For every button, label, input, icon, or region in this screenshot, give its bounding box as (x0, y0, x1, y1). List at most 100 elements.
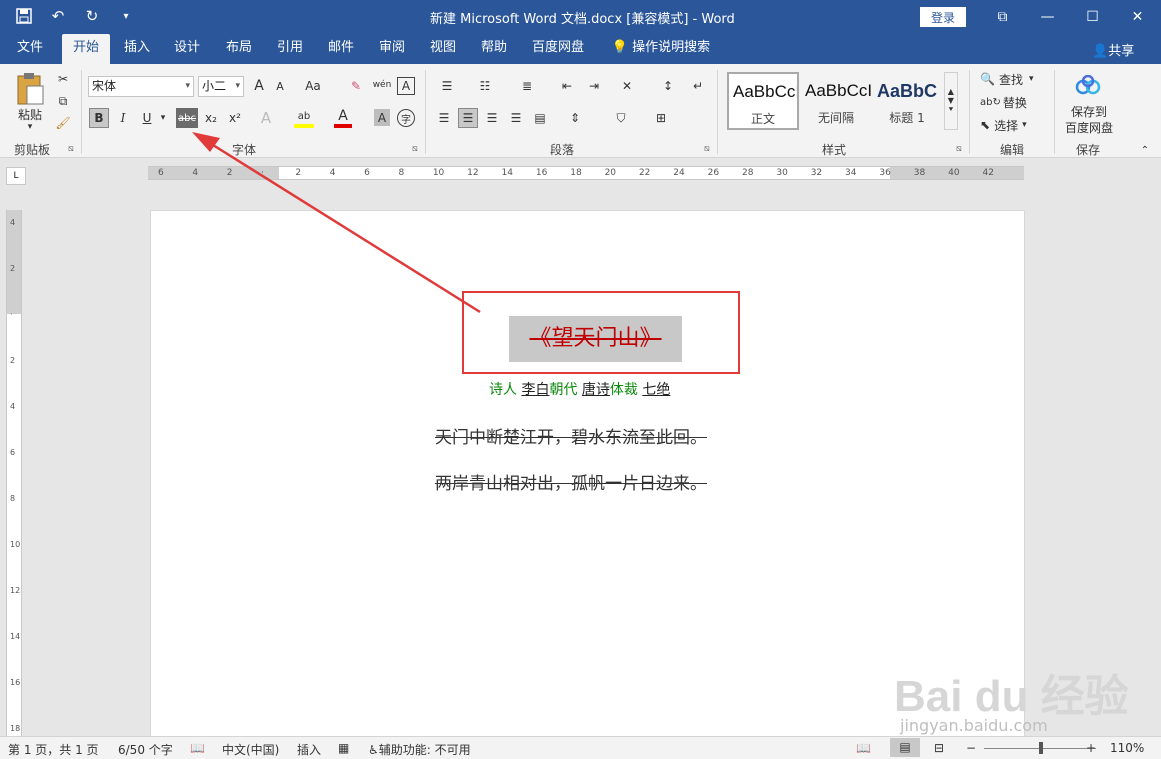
zoom-slider-thumb[interactable] (1039, 742, 1044, 754)
word-count[interactable]: 6/50 个字 (118, 741, 173, 758)
baidu-netdisk-label[interactable]: 百度网盘 (1062, 120, 1116, 135)
vertical-ruler[interactable]: 4 2 · 2 4 6 8 10 12 14 16 18 (6, 210, 22, 736)
underline-dropdown-icon[interactable]: ▾ (158, 112, 168, 124)
poem-line[interactable]: 两岸青山相对出，孤帆一片日边来。 (435, 469, 707, 494)
bullets-icon[interactable]: ☰ (434, 77, 460, 95)
font-color-icon[interactable]: A (334, 108, 352, 128)
paste-dropdown-icon[interactable]: ▾ (22, 122, 38, 132)
poem-line[interactable]: 天门中断楚江开，碧水东流至此回。 (435, 423, 707, 448)
login-button[interactable]: 登录 (920, 7, 966, 27)
dynasty-name[interactable]: 唐诗 (582, 382, 610, 398)
share-button[interactable]: 👤共享 (1092, 40, 1134, 59)
zoom-slider[interactable] (984, 742, 1096, 754)
justify-icon[interactable]: ☰ (506, 108, 526, 128)
style-normal[interactable]: AaBbCcI 正文 (727, 72, 799, 130)
asian-layout-icon[interactable]: ✕ (612, 77, 642, 95)
styles-launcher-icon[interactable]: ⧅ (956, 144, 962, 154)
zoom-level[interactable]: 110% (1110, 741, 1144, 755)
format-painter-icon[interactable]: 🖌 (54, 114, 72, 132)
paste-label[interactable]: 粘贴 (12, 106, 48, 122)
font-name-combo[interactable]: 宋体 ▾ (88, 76, 194, 97)
character-border-icon[interactable]: A (397, 77, 415, 95)
save-icon[interactable] (14, 6, 34, 26)
font-size-combo[interactable]: 小二 ▾ (198, 76, 244, 97)
multilevel-list-icon[interactable]: ≣ (512, 77, 542, 95)
subscript-button[interactable]: x₂ (202, 108, 220, 128)
poet-name[interactable]: 李白 (521, 382, 549, 398)
baidu-cloud-icon[interactable] (1074, 72, 1102, 100)
paste-icon[interactable] (12, 70, 48, 108)
style-no-spacing[interactable]: AaBbCcI 无间隔 (800, 72, 872, 130)
clear-formatting-icon[interactable]: ✎ (346, 77, 366, 95)
save-to-label[interactable]: 保存到 (1062, 104, 1116, 119)
styles-scroll-icon[interactable]: ▲ ▼ ⯆ (944, 72, 958, 130)
align-left-icon[interactable]: ☰ (434, 108, 454, 128)
align-center-icon[interactable]: ☰ (458, 108, 478, 128)
macro-icon[interactable]: ▦ (338, 741, 349, 755)
enclose-characters-icon[interactable]: 字 (397, 109, 415, 127)
tab-layout[interactable]: 布局 (218, 34, 260, 64)
minimize-icon[interactable]: — (1025, 0, 1070, 34)
poem-meta[interactable]: 诗人 李白朝代 唐诗体裁 七绝 (489, 379, 670, 399)
tab-home[interactable]: 开始 (62, 34, 110, 64)
horizontal-ruler[interactable]: 6 4 2 · 2 4 6 8 10 12 14 16 18 20 22 24 26 28 30 32 34 36 38 40… (148, 166, 1024, 180)
collapse-ribbon-icon[interactable]: ⌃ (1138, 144, 1152, 156)
zoom-in-button[interactable]: + (1086, 741, 1096, 755)
phonetic-guide-icon[interactable]: wén (372, 75, 392, 95)
tab-references[interactable]: 引用 (269, 34, 311, 64)
paragraph-launcher-icon[interactable]: ⧅ (704, 144, 710, 154)
replace-button[interactable]: ab↻ 替换 (980, 93, 1046, 111)
tab-help[interactable]: 帮助 (473, 34, 515, 64)
tab-baidu-netdisk[interactable]: 百度网盘 (527, 34, 589, 64)
close-icon[interactable]: ✕ (1115, 0, 1160, 34)
tell-me-search[interactable]: 💡 操作说明搜索 (606, 34, 716, 64)
highlight-icon[interactable]: ab (294, 108, 314, 128)
text-effects-icon[interactable]: A (257, 108, 275, 128)
line-spacing-icon[interactable]: ⇕ (560, 108, 590, 128)
find-button[interactable]: 🔍 查找 ▾ (980, 70, 1046, 88)
align-right-icon[interactable]: ☰ (482, 108, 502, 128)
tab-review[interactable]: 审阅 (371, 34, 413, 64)
cut-icon[interactable]: ✂ (54, 70, 72, 88)
tab-stop-selector[interactable]: L (6, 167, 26, 185)
insert-mode[interactable]: 插入 (297, 741, 321, 758)
accessibility-status[interactable]: ♿辅助功能: 不可用 (368, 741, 471, 758)
language-indicator[interactable]: 中文(中国) (222, 741, 279, 758)
shading-icon[interactable]: ⛉ (606, 108, 636, 128)
shrink-font-icon[interactable]: A (271, 77, 289, 95)
customize-icon[interactable]: ▾ (116, 6, 136, 26)
bold-button[interactable]: B (89, 108, 109, 128)
font-launcher-icon[interactable]: ⧅ (412, 144, 418, 154)
tab-view[interactable]: 视图 (422, 34, 464, 64)
increase-indent-icon[interactable]: ⇥ (583, 77, 605, 95)
undo-icon[interactable]: ↶ (48, 6, 68, 26)
select-button[interactable]: ⬉ 选择 ▾ (980, 116, 1046, 134)
zoom-out-button[interactable]: − (966, 741, 976, 755)
poem-title[interactable]: 《望天门山》 (509, 316, 682, 362)
grow-font-icon[interactable]: A (250, 77, 268, 95)
maximize-icon[interactable]: ☐ (1070, 0, 1115, 34)
show-marks-icon[interactable]: ↵ (688, 77, 708, 95)
style-heading-1[interactable]: AaBbC 标题 1 (872, 72, 942, 130)
ribbon-display-icon[interactable]: ⧉ (980, 0, 1025, 34)
clipboard-launcher-icon[interactable]: ⧅ (68, 144, 74, 154)
underline-button[interactable]: U (138, 108, 156, 128)
character-shading-icon[interactable]: A (374, 109, 390, 126)
page-count[interactable]: 第 1 页，共 1 页 (8, 741, 99, 758)
strikethrough-button[interactable]: abc (176, 108, 198, 128)
redo-icon[interactable]: ↻ (82, 6, 102, 26)
print-layout-icon[interactable]: ▤ (890, 738, 920, 757)
read-mode-icon[interactable]: 📖 (856, 741, 871, 755)
tab-mailings[interactable]: 邮件 (320, 34, 362, 64)
change-case-icon[interactable]: Aa (300, 77, 326, 95)
genre-name[interactable]: 七绝 (642, 382, 670, 398)
tab-insert[interactable]: 插入 (116, 34, 158, 64)
distributed-icon[interactable]: ▤ (530, 108, 550, 128)
tab-file[interactable]: 文件 (8, 34, 52, 64)
numbering-icon[interactable]: ☷ (472, 77, 498, 95)
italic-button[interactable]: I (114, 108, 132, 128)
copy-icon[interactable]: ⧉ (54, 92, 72, 110)
borders-icon[interactable]: ⊞ (646, 108, 676, 128)
web-layout-icon[interactable]: ⊟ (934, 741, 944, 755)
decrease-indent-icon[interactable]: ⇤ (556, 77, 578, 95)
